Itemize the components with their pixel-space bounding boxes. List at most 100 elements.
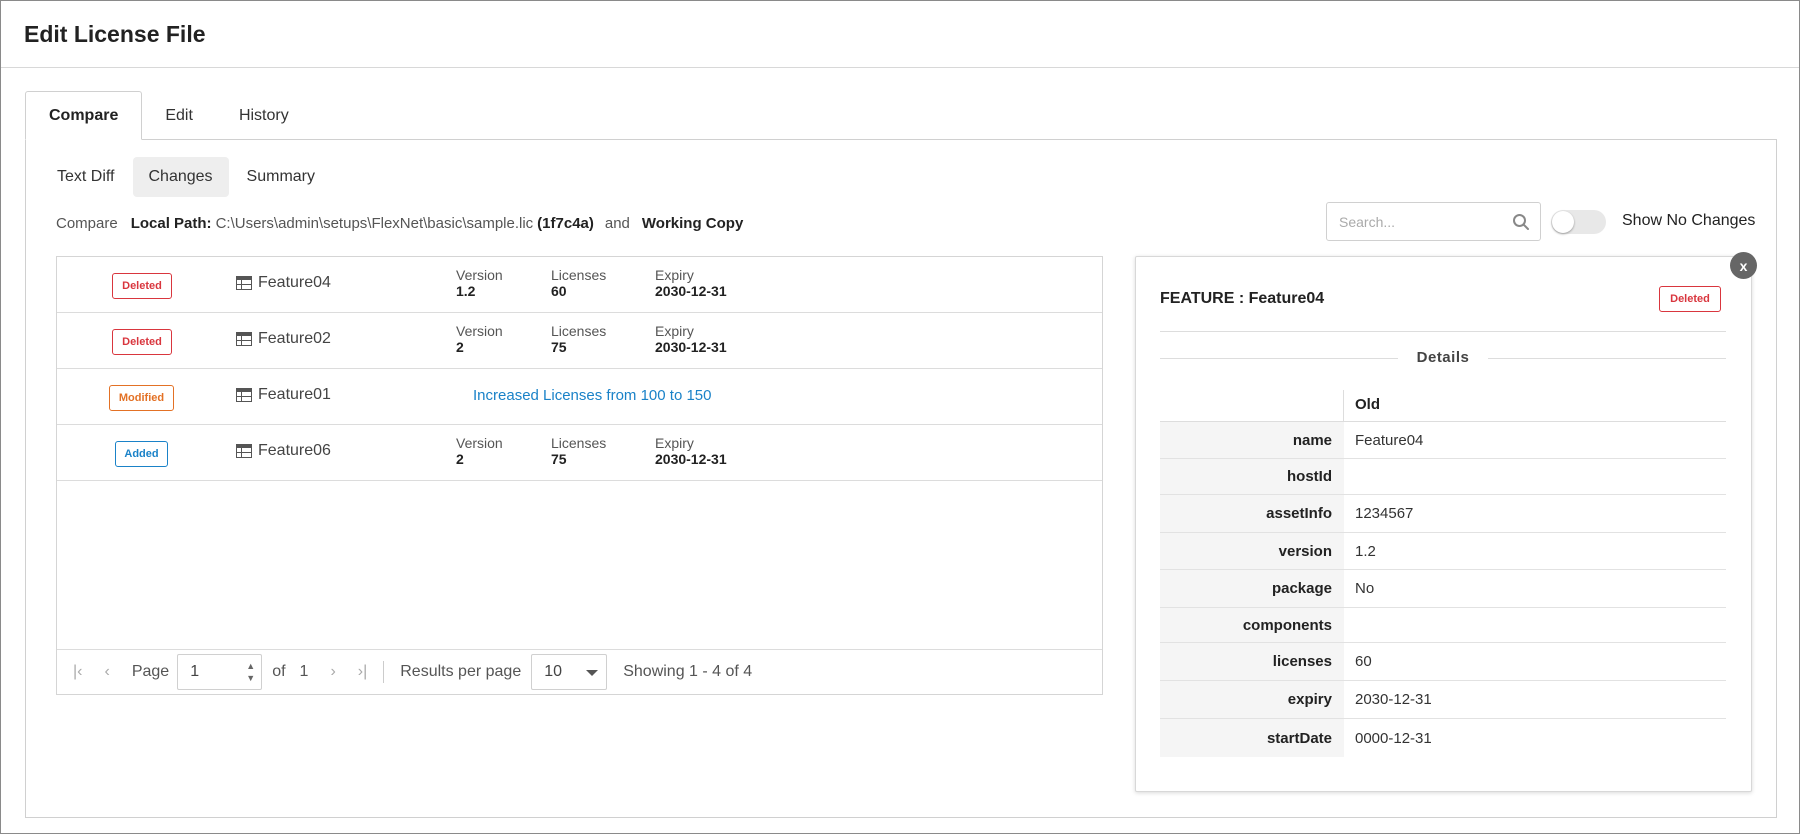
changes-grid: Deleted Feature04 Version 1.2 Licenses 60 … — [56, 256, 1103, 695]
feature-label: Feature01 — [258, 386, 331, 403]
close-detail-button[interactable]: x — [1730, 252, 1757, 279]
expiry-value: 2030-12-31 — [655, 283, 727, 299]
last-page-icon[interactable]: ›| — [358, 663, 367, 681]
window-frame: Edit License File Compare Edit History T… — [0, 0, 1800, 834]
field-key: expiry — [1160, 681, 1344, 718]
details-row: startDate 0000-12-31 — [1160, 719, 1726, 757]
page-number-value: 1 — [190, 663, 200, 680]
show-no-changes-toggle[interactable] — [1551, 210, 1606, 234]
details-row: hostId — [1160, 459, 1726, 495]
licenses-label: Licenses — [551, 435, 607, 451]
expiry-cell: Expiry 2030-12-31 — [655, 323, 727, 355]
field-value: 0000-12-31 — [1355, 729, 1432, 747]
feature-name: Feature01 — [236, 386, 331, 404]
field-value: 1.2 — [1355, 542, 1376, 560]
show-no-changes-label: Show No Changes — [1622, 212, 1756, 229]
subtab-summary[interactable]: Summary — [231, 157, 331, 197]
local-path: C:\Users\admin\setups\FlexNet\basic\samp… — [215, 215, 534, 232]
details-row: components — [1160, 608, 1726, 643]
details-row: assetInfo 1234567 — [1160, 495, 1726, 533]
search-input[interactable] — [1339, 203, 1509, 240]
details-key-header — [1160, 390, 1344, 421]
table-icon — [236, 388, 252, 402]
expiry-cell: Expiry 2030-12-31 — [655, 435, 727, 467]
tab-edit[interactable]: Edit — [142, 91, 216, 140]
compare-and: and — [604, 215, 630, 232]
pager: |‹ ‹ Page 1 ▲ ▼ of 1 › ›| Results per pag… — [57, 649, 1102, 694]
licenses-label: Licenses — [551, 323, 607, 339]
field-key: startDate — [1160, 719, 1344, 757]
expiry-value: 2030-12-31 — [655, 451, 727, 467]
feature-name: Feature04 — [236, 274, 331, 292]
feature-label: Feature06 — [258, 442, 331, 459]
detail-title: FEATURE : Feature04 — [1160, 290, 1325, 307]
results-per-page-select[interactable]: 10 — [531, 654, 608, 690]
table-icon — [236, 332, 252, 346]
tab-compare[interactable]: Compare — [25, 91, 143, 140]
status-badge: Modified — [109, 385, 174, 411]
divider — [1160, 331, 1726, 332]
field-key: name — [1160, 422, 1344, 458]
total-pages: 1 — [299, 663, 309, 680]
licenses-cell: Licenses 75 — [551, 323, 606, 355]
page-label: Page — [131, 663, 170, 680]
details-old-header: Old — [1355, 396, 1380, 413]
field-value: No — [1355, 580, 1375, 597]
table-icon — [236, 444, 252, 458]
field-key: version — [1160, 533, 1344, 569]
detail-status-badge: Deleted — [1659, 286, 1721, 312]
table-row[interactable]: Modified Feature01 Increased Licenses fr… — [57, 369, 1102, 425]
search-icon[interactable] — [1512, 213, 1530, 231]
subtab-text-diff[interactable]: Text Diff — [41, 157, 131, 197]
tab-history[interactable]: History — [216, 91, 312, 140]
change-description: Increased Licenses from 100 to 150 — [473, 387, 712, 404]
status-badge: Added — [115, 441, 168, 467]
main-panel: Compare Edit History Text Diff Changes S… — [25, 91, 1777, 818]
pager-divider — [383, 661, 385, 683]
table-row[interactable]: Deleted Feature04 Version 1.2 Licenses 60 … — [57, 257, 1102, 313]
field-value: 2030-12-31 — [1355, 691, 1432, 708]
table-row[interactable]: Added Feature06 Version 2 Licenses 75 Expi… — [57, 425, 1102, 481]
first-page-icon[interactable]: |‹ — [73, 663, 82, 681]
page-number-input[interactable]: 1 ▲ ▼ — [177, 654, 263, 690]
version-label: Version — [456, 435, 503, 451]
feature-label: Feature02 — [258, 330, 331, 347]
details-table: Old name Feature04 hostId assetInfo 123456… — [1160, 390, 1726, 757]
showing-count: Showing 1 - 4 of 4 — [623, 663, 753, 680]
compare-subtabs: Text Diff Changes Summary — [41, 157, 331, 197]
subtab-changes[interactable]: Changes — [132, 157, 229, 197]
licenses-value: 75 — [551, 339, 567, 355]
results-per-page-value: 10 — [544, 663, 563, 680]
page-stepper-icon[interactable]: ▲ ▼ — [246, 660, 255, 684]
field-key: hostId — [1160, 459, 1344, 494]
feature-name: Feature06 — [236, 442, 331, 460]
version-value: 1.2 — [456, 283, 476, 299]
details-row: version 1.2 — [1160, 533, 1726, 570]
field-value: Feature04 — [1355, 431, 1424, 449]
version-label: Version — [456, 323, 503, 339]
compare-prefix: Compare — [56, 215, 118, 232]
compare-description: Compare Local Path: C:\Users\admin\setup… — [56, 215, 743, 232]
details-row: name Feature04 — [1160, 422, 1726, 459]
version-cell: Version 2 — [456, 323, 503, 355]
status-badge: Deleted — [112, 329, 172, 355]
prev-page-icon[interactable]: ‹ — [104, 663, 109, 681]
chevron-down-icon — [586, 670, 599, 676]
licenses-value: 60 — [551, 283, 567, 299]
licenses-cell: Licenses 60 — [551, 267, 606, 299]
field-value: 60 — [1355, 653, 1372, 670]
version-value: 2 — [456, 339, 464, 355]
expiry-label: Expiry — [655, 323, 694, 339]
table-row[interactable]: Deleted Feature02 Version 2 Licenses 75 Ex… — [57, 313, 1102, 369]
expiry-cell: Expiry 2030-12-31 — [655, 267, 727, 299]
field-key: licenses — [1160, 643, 1344, 680]
details-row: package No — [1160, 570, 1726, 608]
version-value: 2 — [456, 451, 464, 467]
details-section-header: Details — [1160, 349, 1726, 369]
feature-label: Feature04 — [258, 274, 331, 291]
details-table-header: Old — [1160, 390, 1726, 422]
next-page-icon[interactable]: › — [330, 663, 335, 681]
version-label: Version — [456, 267, 503, 283]
feature-name: Feature02 — [236, 330, 331, 348]
field-value — [1344, 608, 1726, 642]
